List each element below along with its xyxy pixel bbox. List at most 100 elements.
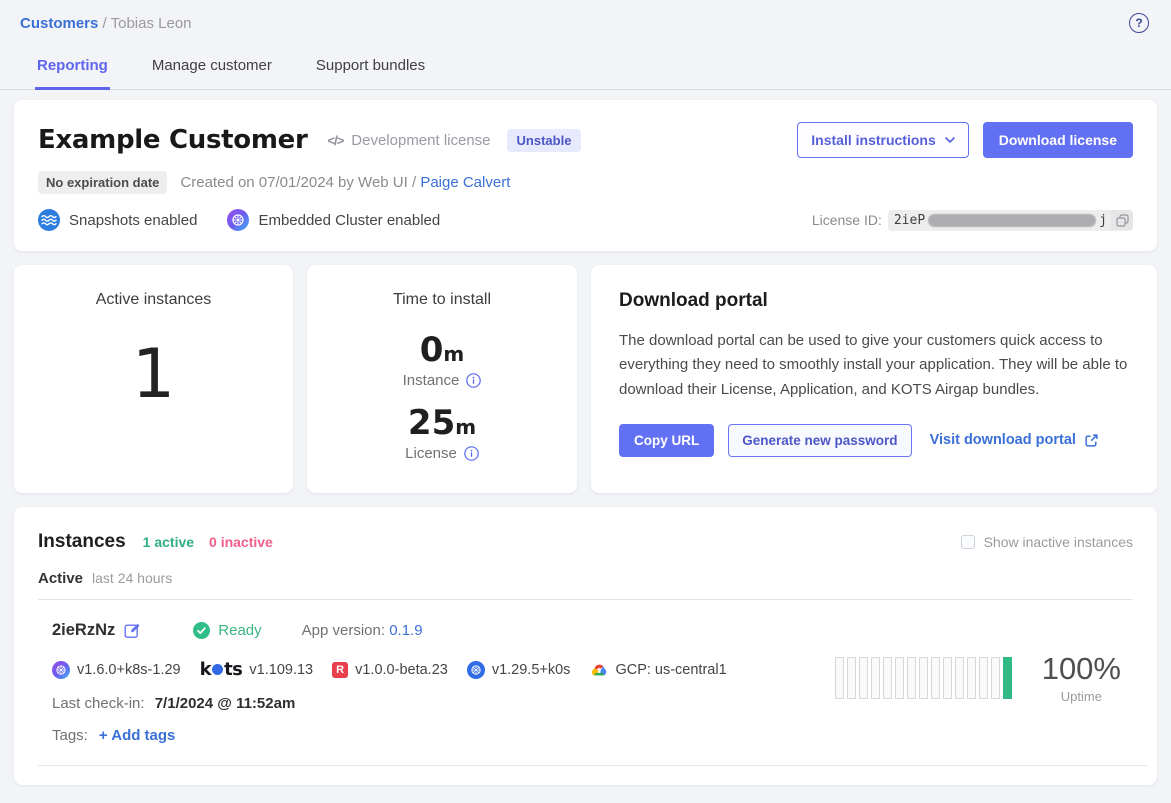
- copy-url-button[interactable]: Copy URL: [619, 424, 714, 457]
- uptime-bar: [1003, 657, 1012, 699]
- expiration-badge: No expiration date: [38, 171, 167, 194]
- uptime-label: Uptime: [1042, 689, 1121, 704]
- main-content: Example Customer </> Development license…: [0, 90, 1171, 785]
- feature-embedded-cluster-label: Embedded Cluster enabled: [258, 212, 440, 229]
- snapshots-icon: [38, 209, 60, 231]
- breadcrumb-customers-link[interactable]: Customers: [20, 15, 98, 32]
- instances-title: Instances: [38, 531, 126, 553]
- edit-instance-icon[interactable]: [124, 622, 141, 639]
- code-icon: </>: [327, 133, 343, 148]
- kubernetes-icon: [467, 661, 485, 679]
- kots-version: kts v1.109.13: [200, 659, 314, 680]
- active-count: 1 active: [143, 534, 194, 550]
- uptime-bar: [919, 657, 928, 699]
- license-install-label: License: [405, 445, 457, 462]
- gcp-icon: [589, 662, 608, 677]
- download-portal-description: The download portal can be used to give …: [619, 329, 1129, 402]
- info-icon[interactable]: [466, 373, 481, 388]
- uptime-bar: [967, 657, 976, 699]
- uptime-bar: [871, 657, 880, 699]
- tab-manage-customer[interactable]: Manage customer: [150, 49, 274, 90]
- breadcrumb: Customers / Tobias Leon: [20, 15, 192, 32]
- uptime-bar: [991, 657, 1000, 699]
- breadcrumb-separator: /: [103, 15, 111, 32]
- uptime-bar: [895, 657, 904, 699]
- tab-bar: Reporting Manage customer Support bundle…: [0, 39, 1171, 90]
- license-type-label: Development license: [351, 132, 490, 149]
- active-instances-value: 1: [14, 341, 293, 409]
- uptime-bar: [931, 657, 940, 699]
- license-type: </> Development license: [327, 132, 490, 149]
- instance-status-label: Ready: [218, 622, 261, 639]
- app-version: App version: 0.1.9: [302, 622, 423, 639]
- tags-row: Tags: + Add tags: [52, 727, 835, 744]
- external-link-icon: [1084, 433, 1099, 448]
- show-inactive-label: Show inactive instances: [984, 534, 1133, 550]
- customer-header-card: Example Customer </> Development license…: [14, 100, 1157, 251]
- instance-row: 2ieRzNz Ready App version: 0.1.9: [38, 600, 1133, 744]
- embedded-cluster-icon: [227, 209, 249, 231]
- active-section-label: Active: [38, 570, 83, 587]
- created-by-link[interactable]: Paige Calvert: [420, 174, 510, 191]
- download-license-button[interactable]: Download license: [983, 122, 1133, 158]
- license-id-end: j: [1099, 213, 1107, 228]
- kubernetes-version: v1.29.5+k0s: [467, 661, 571, 679]
- instance-id: 2ieRzNz: [52, 621, 115, 640]
- uptime-bar: [847, 657, 856, 699]
- uptime-bar: [907, 657, 916, 699]
- instance-install-label: Instance: [403, 372, 460, 389]
- gcp-region: GCP: us-central1: [589, 662, 726, 678]
- tags-label: Tags:: [52, 727, 88, 744]
- download-portal-card: Download portal The download portal can …: [591, 265, 1157, 493]
- breadcrumb-current: Tobias Leon: [111, 15, 192, 32]
- replicated-version: R v1.0.0-beta.23: [332, 662, 448, 678]
- info-icon[interactable]: [464, 446, 479, 461]
- uptime-block: 100% Uptime: [1042, 651, 1121, 704]
- license-id-label: License ID:: [812, 212, 882, 228]
- tab-support-bundles[interactable]: Support bundles: [314, 49, 427, 90]
- download-portal-title: Download portal: [619, 290, 1129, 312]
- install-instructions-button[interactable]: Install instructions: [797, 122, 968, 158]
- visit-portal-link[interactable]: Visit download portal: [930, 432, 1099, 448]
- help-icon[interactable]: ?: [1129, 13, 1149, 33]
- uptime-value: 100%: [1042, 651, 1121, 687]
- time-to-install-card: Time to install 0m Instance 25m License: [307, 265, 577, 493]
- active-instances-title: Active instances: [14, 291, 293, 309]
- feature-snapshots: Snapshots enabled: [38, 209, 197, 231]
- uptime-bars: [835, 657, 1012, 699]
- uptime-bar: [955, 657, 964, 699]
- uptime-bar: [979, 657, 988, 699]
- license-id-redacted: [928, 214, 1096, 227]
- ready-check-icon: [193, 622, 210, 639]
- show-inactive-checkbox[interactable]: [961, 535, 975, 549]
- uptime-bar: [859, 657, 868, 699]
- tab-reporting[interactable]: Reporting: [35, 49, 110, 90]
- inactive-count: 0 inactive: [209, 534, 273, 550]
- install-instructions-label: Install instructions: [811, 132, 935, 148]
- row-divider: [38, 765, 1147, 766]
- visit-portal-label: Visit download portal: [930, 432, 1076, 448]
- uptime-bar: [943, 657, 952, 699]
- instance-install-time: 0m: [307, 333, 577, 367]
- license-install-time: 25m: [307, 406, 577, 440]
- created-text: Created on 07/01/2024 by Web UI / Paige …: [180, 174, 510, 191]
- active-section-range: last 24 hours: [92, 570, 172, 586]
- chevron-down-icon: [945, 137, 955, 143]
- instances-card: Instances 1 active 0 inactive Show inact…: [14, 507, 1157, 785]
- feature-snapshots-label: Snapshots enabled: [69, 212, 197, 229]
- version-list: v1.6.0+k8s-1.29 kts v1.109.13 R v1.0.0-b…: [52, 659, 835, 680]
- add-tags-link[interactable]: + Add tags: [99, 727, 176, 744]
- license-id-start: 2ieP: [894, 213, 925, 228]
- uptime-bar: [883, 657, 892, 699]
- instance-status: Ready: [193, 622, 261, 639]
- app-version-link[interactable]: 0.1.9: [389, 622, 422, 639]
- license-id-value: 2ieP j: [888, 210, 1133, 231]
- embedded-cluster-version: v1.6.0+k8s-1.29: [52, 661, 181, 679]
- customer-name: Example Customer: [38, 125, 307, 155]
- generate-password-button[interactable]: Generate new password: [728, 424, 911, 457]
- copy-license-icon[interactable]: [1111, 210, 1133, 230]
- channel-badge: Unstable: [507, 129, 582, 152]
- kots-logo: kts: [200, 659, 243, 680]
- license-id-box: License ID: 2ieP j: [812, 210, 1133, 231]
- active-instances-card: Active instances 1: [14, 265, 293, 493]
